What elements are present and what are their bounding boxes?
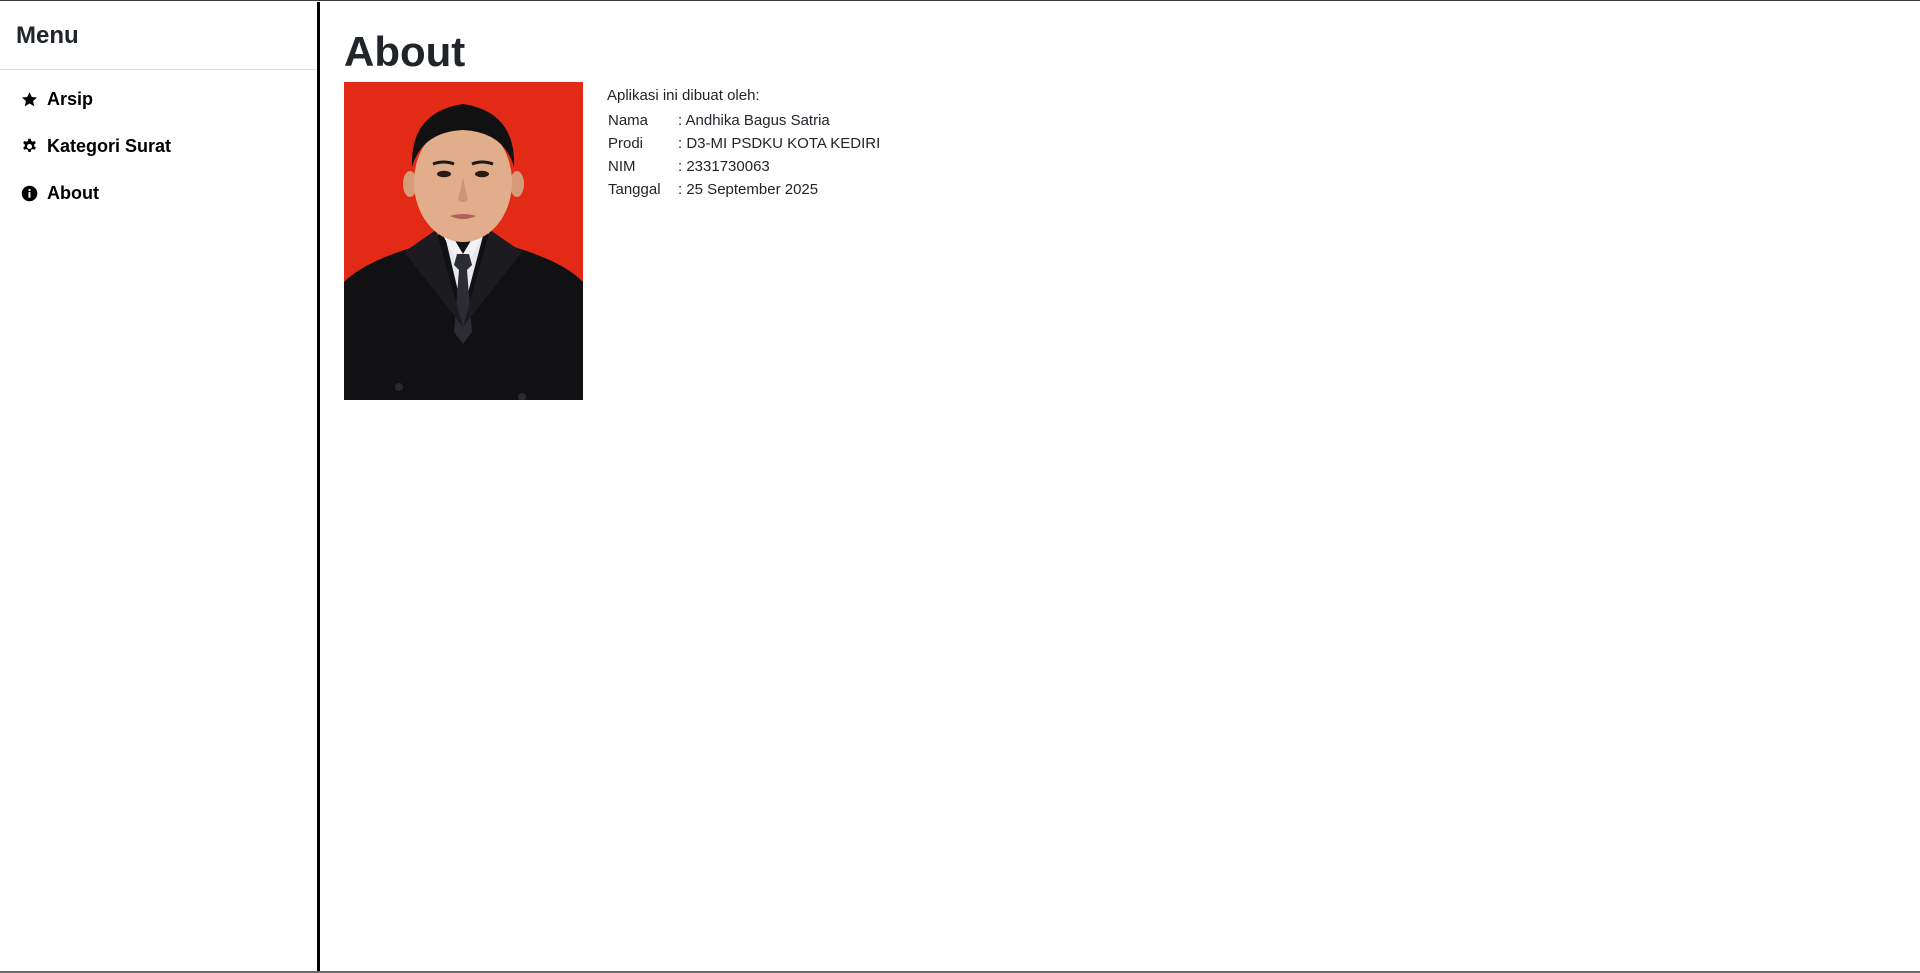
- app-window: Menu Arsip Kategori Surat About About Ap…: [0, 0, 1920, 973]
- sidebar-item-arsip[interactable]: Arsip: [0, 76, 317, 123]
- info-key: Prodi: [608, 135, 644, 152]
- sidebar-title: Menu: [0, 2, 317, 70]
- sidebar-nav: Arsip Kategori Surat About: [0, 70, 317, 217]
- sidebar-item-label: About: [47, 183, 99, 203]
- sidebar-item-about[interactable]: About: [0, 170, 317, 217]
- info-value: : 2331730063: [678, 158, 770, 175]
- info-row-tanggal: Tanggal : 25 September 2025: [607, 178, 880, 201]
- info-key: NIM: [608, 158, 636, 175]
- sidebar-item-kategori-surat[interactable]: Kategori Surat: [0, 123, 317, 170]
- info-row-nim: NIM : 2331730063: [607, 155, 880, 178]
- sidebar-item-label: Arsip: [47, 89, 94, 109]
- info-value: : Andhika Bagus Satria: [678, 112, 830, 129]
- info-row-nama: Nama : Andhika Bagus Satria: [607, 109, 880, 132]
- author-info: Aplikasi ini dibuat oleh: Nama : Andhika…: [607, 86, 880, 201]
- info-key: Nama: [608, 112, 649, 129]
- info-value: : 25 September 2025: [678, 181, 819, 198]
- sidebar-item-label: Kategori Surat: [47, 136, 172, 156]
- sidebar: Menu Arsip Kategori Surat About: [0, 2, 320, 971]
- profile-photo: [344, 82, 583, 400]
- page-title: About: [344, 28, 466, 75]
- info-value: : D3-MI PSDKU KOTA KEDIRI: [678, 135, 881, 152]
- info-key: Tanggal: [608, 181, 661, 198]
- info-icon: [20, 185, 38, 203]
- info-intro: Aplikasi ini dibuat oleh:: [607, 87, 760, 104]
- gear-icon: [20, 138, 38, 156]
- info-row-prodi: Prodi : D3-MI PSDKU KOTA KEDIRI: [607, 132, 880, 155]
- star-icon: [20, 91, 38, 109]
- main-content: About Aplikasi ini dibuat oleh: Nama: A…: [320, 2, 1920, 971]
